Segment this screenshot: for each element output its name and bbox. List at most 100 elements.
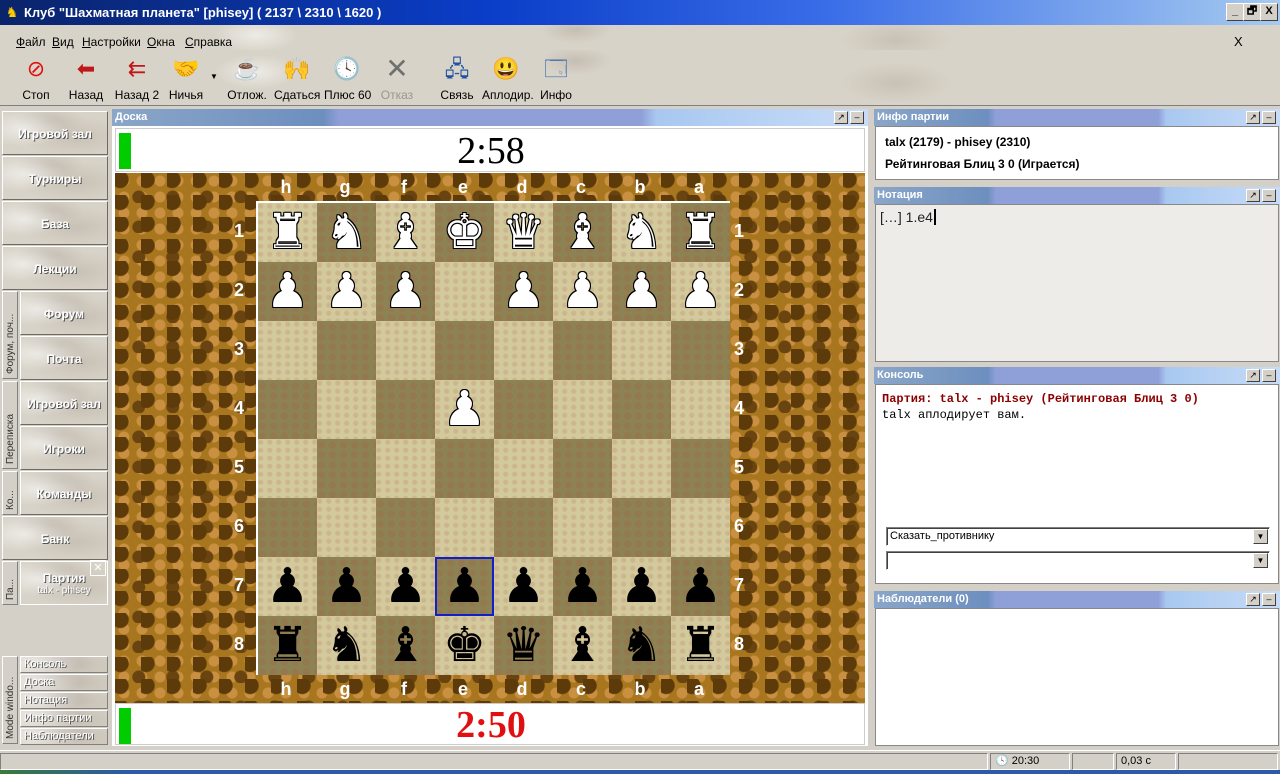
white-knight-icon[interactable]: ♞ [612,203,671,262]
minimize-icon[interactable]: – [1262,189,1276,202]
square-e3[interactable] [435,321,494,380]
white-pawn-icon[interactable]: ♟ [494,262,553,321]
close-icon[interactable]: ✕ [90,560,106,576]
draw-dropdown-icon[interactable]: ▼ [210,72,218,81]
black-king-icon[interactable]: ♚ [435,616,494,675]
black-pawn-icon[interactable]: ♟ [553,557,612,616]
white-rook-icon[interactable]: ♜ [258,203,317,262]
square-a6[interactable] [671,498,730,557]
white-king-icon[interactable]: ♚ [435,203,494,262]
black-pawn-icon[interactable]: ♟ [376,557,435,616]
square-e6[interactable] [435,498,494,557]
notation-body[interactable]: […] 1.e4 [875,204,1279,362]
connection-button[interactable]: 🖧 Связь [436,54,478,106]
draw-button[interactable]: 🤝 Ничья [166,54,206,106]
sidebar-item-forum[interactable]: Форум [20,291,108,335]
sidebar-item-teams[interactable]: Команды [20,471,108,515]
sidebar-group-game[interactable]: Па... [2,561,18,605]
square-a3[interactable] [671,321,730,380]
back-two-button[interactable]: ⇇ Назад 2 [112,54,162,106]
black-knight-icon[interactable]: ♞ [317,616,376,675]
black-rook-icon[interactable]: ♜ [258,616,317,675]
restore-icon[interactable]: ↗ [1246,111,1260,124]
adjourn-button[interactable]: ☕ Отлож. [226,54,268,106]
black-pawn-icon[interactable]: ♟ [612,557,671,616]
mode-windows-tab[interactable]: Mode windo... [2,656,18,744]
menu-windows[interactable]: Окна [147,35,175,49]
notation-header[interactable]: Нотация [874,187,1280,204]
chevron-down-icon[interactable]: ▼ [1253,553,1268,568]
sidebar-item-bank[interactable]: Банк [2,516,108,560]
sidebar-item-database[interactable]: База [2,201,108,245]
square-g3[interactable] [317,321,376,380]
square-h3[interactable] [258,321,317,380]
applaud-button[interactable]: 😃 Аплодир. [482,54,534,106]
title-bar[interactable]: Клуб "Шахматная планета" [phisey] ( 2137… [0,0,1280,25]
sidebar-group-correspondence[interactable]: Переписка [2,381,18,469]
square-g4[interactable] [317,380,376,439]
menu-close-button[interactable]: X [1234,34,1243,49]
white-rook-icon[interactable]: ♜ [671,203,730,262]
square-e2[interactable] [435,262,494,321]
white-pawn-icon[interactable]: ♟ [376,262,435,321]
window-link-console[interactable]: Консоль [20,656,108,673]
square-a4[interactable] [671,380,730,439]
square-b6[interactable] [612,498,671,557]
sidebar-item-lectures[interactable]: Лекции [2,246,108,290]
maximize-button[interactable]: 🗗 [1243,3,1261,21]
close-button[interactable]: X [1260,3,1278,21]
square-b4[interactable] [612,380,671,439]
back-button[interactable]: ➡ Назад [64,54,108,106]
restore-icon[interactable]: ↗ [1246,189,1260,202]
black-pawn-icon[interactable]: ♟ [317,557,376,616]
sidebar-group-forum[interactable]: Форум, поч... [2,291,18,379]
white-bishop-icon[interactable]: ♝ [553,203,612,262]
info-button[interactable]: 🗔 Инфо [536,54,576,106]
black-pawn-icon[interactable]: ♟ [494,557,553,616]
square-c5[interactable] [553,439,612,498]
black-bishop-icon[interactable]: ♝ [376,616,435,675]
menu-view[interactable]: Вид [52,35,74,49]
observers-header[interactable]: Наблюдатели (0) [874,591,1280,608]
square-a5[interactable] [671,439,730,498]
white-pawn-icon[interactable]: ♟ [553,262,612,321]
square-c4[interactable] [553,380,612,439]
say-target-select[interactable]: Сказать_противнику ▼ [886,527,1270,546]
restore-icon[interactable]: ↗ [1246,369,1260,382]
sidebar-item-playing-hall[interactable]: Игровой зал [2,111,108,155]
black-queen-icon[interactable]: ♛ [494,616,553,675]
plus-sixty-button[interactable]: 🕓 Плюс 60 [324,54,371,106]
square-g6[interactable] [317,498,376,557]
white-bishop-icon[interactable]: ♝ [376,203,435,262]
square-h5[interactable] [258,439,317,498]
window-link-notation[interactable]: Нотация [20,692,108,709]
black-bishop-icon[interactable]: ♝ [553,616,612,675]
square-h4[interactable] [258,380,317,439]
minimize-icon[interactable]: – [1262,369,1276,382]
window-link-board[interactable]: Доска [20,674,108,691]
minimize-icon[interactable]: – [1262,111,1276,124]
square-e5[interactable] [435,439,494,498]
white-pawn-icon[interactable]: ♟ [317,262,376,321]
sidebar-item-corr-hall[interactable]: Игровой зал [20,381,108,425]
sidebar-item-mail[interactable]: Почта [20,336,108,380]
square-b3[interactable] [612,321,671,380]
console-header[interactable]: Консоль [874,367,1280,384]
minimize-icon[interactable]: – [850,111,864,124]
white-knight-icon[interactable]: ♞ [317,203,376,262]
black-rook-icon[interactable]: ♜ [671,616,730,675]
white-queen-icon[interactable]: ♛ [494,203,553,262]
game-info-header[interactable]: Инфо партии [874,109,1280,126]
square-c3[interactable] [553,321,612,380]
chess-knight-icon[interactable]: ♞ [4,4,20,20]
menu-help[interactable]: Справка [185,35,232,49]
white-pawn-icon[interactable]: ♟ [258,262,317,321]
window-link-game-info[interactable]: Инфо партии [20,710,108,727]
white-pawn-icon[interactable]: ♟ [612,262,671,321]
white-pawn-icon[interactable]: ♟ [435,380,494,439]
square-d3[interactable] [494,321,553,380]
chevron-down-icon[interactable]: ▼ [1253,529,1268,544]
square-f5[interactable] [376,439,435,498]
square-h6[interactable] [258,498,317,557]
chess-board[interactable]: ♜ ♞ ♝ ♚ ♛ ♝ ♞ ♜ ♟ ♟ ♟ ♟ ♟ ♟ ♟ ♟ ♟ ♟ ♟ ♟ ♟ ♟ ♟ ♟ ♜ ♞ ♝ ♚ ♛ ♝ ♞ ♜ [256,201,730,675]
